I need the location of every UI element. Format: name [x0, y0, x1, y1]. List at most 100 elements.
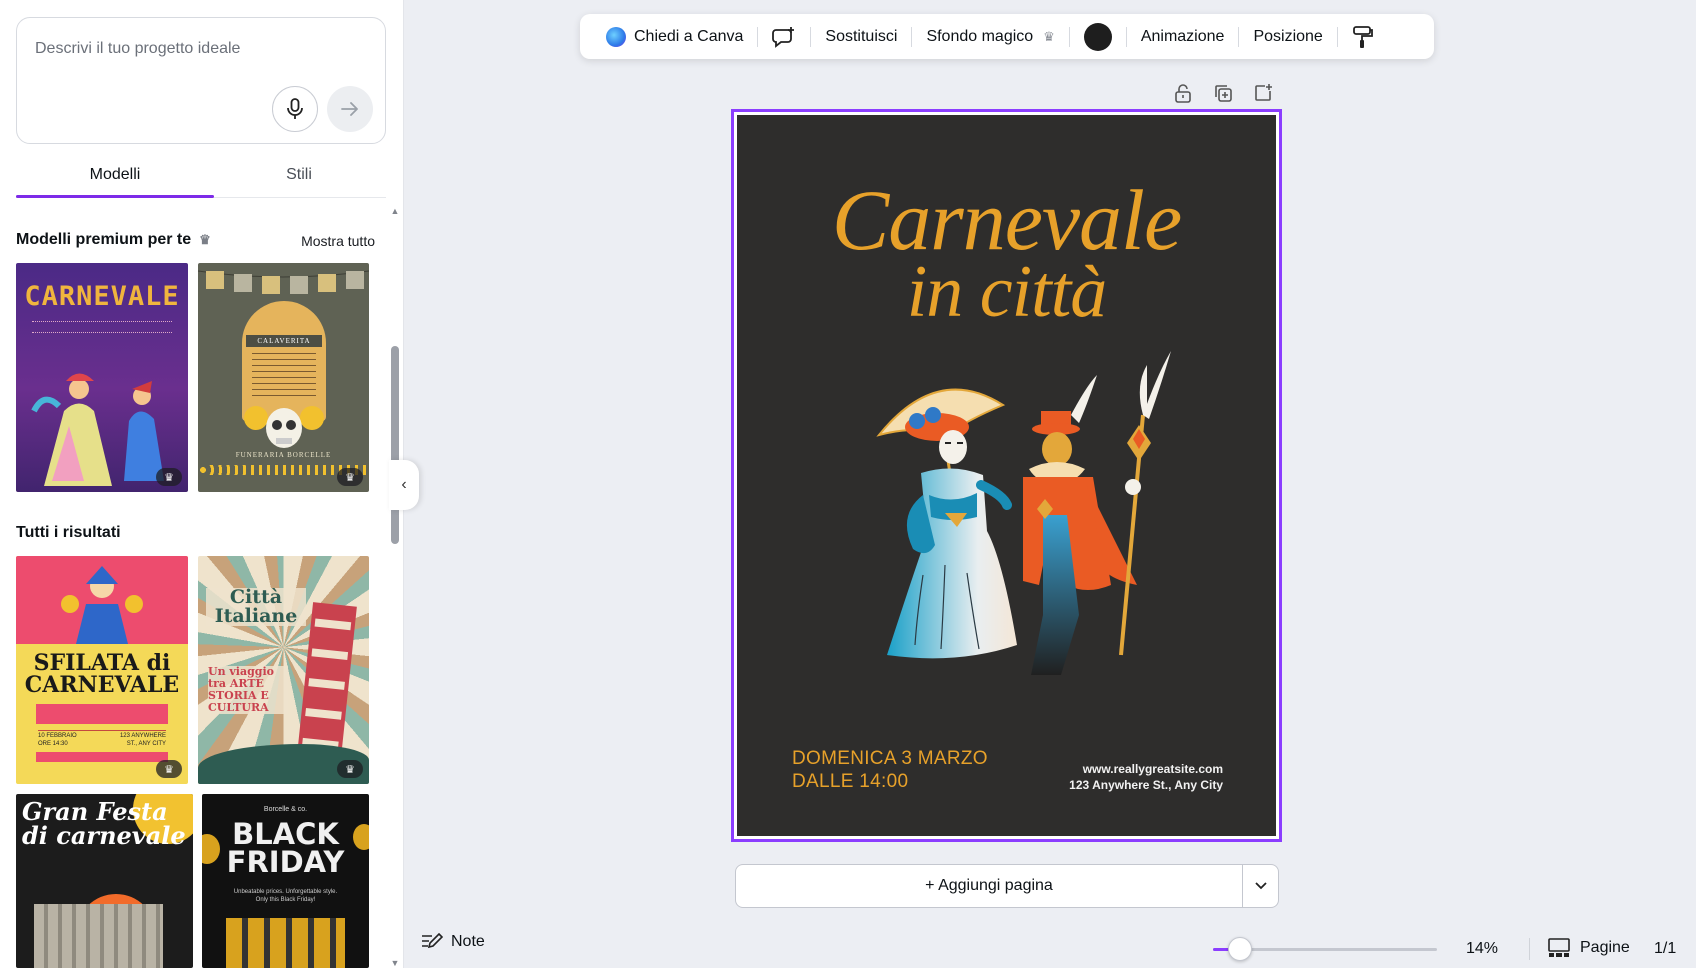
premium-section-label: Modelli premium per te [16, 231, 192, 248]
event-address-line: ST., ANY CITY [126, 741, 166, 747]
animation-button[interactable]: Animazione [1127, 14, 1239, 59]
template-title: CARNEVALE [24, 281, 180, 312]
template-footer: FUNERARIA BORCELLE [235, 451, 332, 459]
template-thumbnail[interactable]: Borcelle & co. BLACK FRIDAY Unbeatable p… [202, 794, 369, 968]
add-page-control: + Aggiungi pagina [735, 864, 1279, 908]
template-thumbnail[interactable]: CALAVERITA FUNERARIA BORCELLE ♛ [198, 263, 369, 492]
footer-banner [36, 752, 168, 762]
copy-style-button[interactable] [1338, 14, 1388, 59]
bottom-bar-divider [1529, 938, 1530, 960]
results-section-title: Tutti i risultati [16, 524, 121, 541]
duplicate-page-button[interactable] [1212, 82, 1234, 104]
poster-date[interactable]: DOMENICA 3 MARZO DALLE 14:00 [792, 747, 988, 793]
design-page[interactable]: Carnevale in città DOMENICA 3 MARZO DALL… [731, 109, 1282, 842]
event-address: 123 ANYWHERE ST., ANY CITY [120, 732, 166, 748]
template-thumbnail[interactable]: CARNEVALE ♛ [16, 263, 188, 492]
crown-icon: ♛ [1043, 28, 1055, 44]
template-title: Gran Festa di carnevale [22, 797, 186, 850]
microphone-button[interactable] [272, 86, 318, 132]
premium-section-title: Modelli premium per te ♛ [16, 231, 211, 249]
template-title: CALAVERITA [246, 335, 322, 347]
paint-roller-icon [1352, 25, 1373, 48]
template-body-lines [32, 321, 172, 333]
poster-design[interactable]: Carnevale in città DOMENICA 3 MARZO DALL… [737, 115, 1276, 836]
left-panel: Modelli Stili Modelli premium per te ♛ Mo… [0, 0, 404, 968]
pages-label: Pagine [1580, 939, 1630, 956]
template-thumbnail[interactable]: SFILATA di CARNEVALE 10 FEBBRAIO ORE 14:… [16, 556, 188, 784]
tab-modelli[interactable]: Modelli [16, 166, 214, 184]
context-toolbar: Chiedi a Canva Sostituisci Sfondo magico… [580, 14, 1434, 59]
masked-couple-illustration[interactable] [817, 345, 1197, 725]
comment-add-icon [772, 26, 795, 48]
unlock-icon [1175, 84, 1191, 103]
add-comment-button[interactable] [758, 14, 810, 59]
add-page-icon [1255, 84, 1272, 101]
carnival-characters-illustration [61, 566, 143, 644]
template-subtitle: Un viaggio tra ARTE STORIA E CULTURA [208, 666, 288, 714]
collapse-panel-button[interactable]: ‹ [389, 460, 419, 510]
color-swatch [1083, 22, 1112, 51]
prompt-box [16, 17, 386, 144]
notes-icon [422, 933, 443, 949]
skull-illustration [244, 406, 324, 448]
event-address-line: 123 ANYWHERE [119, 733, 166, 739]
page-tools [1172, 82, 1274, 104]
crown-icon: ♛ [199, 232, 211, 247]
premium-crown-badge: ♛ [156, 468, 182, 486]
arrow-right-icon [341, 102, 358, 116]
magic-background-label: Sfondo magico [926, 27, 1034, 45]
balloon [353, 824, 369, 850]
pages-button[interactable]: Pagine [1548, 938, 1630, 958]
notes-label: Note [451, 933, 485, 950]
template-thumbnail[interactable]: Gran Festa di carnevale [16, 794, 193, 968]
prompt-input[interactable] [35, 40, 355, 58]
show-all-link[interactable]: Mostra tutto [301, 233, 375, 249]
background-color-button[interactable] [1070, 14, 1126, 59]
poster-date-line1: DOMENICA 3 MARZO [792, 748, 988, 769]
tab-stili[interactable]: Stili [200, 166, 398, 184]
premium-crown-badge: ♛ [337, 468, 363, 486]
scroll-up-icon[interactable]: ▲ [390, 206, 400, 216]
template-brand: Borcelle & co. [263, 806, 308, 813]
event-time-line: ORE 14:30 [38, 741, 68, 747]
add-page-dropdown[interactable] [1242, 865, 1278, 907]
chevron-down-icon [1254, 882, 1267, 890]
poster-title-line2[interactable]: in città [737, 255, 1276, 329]
scrollbar-thumb[interactable] [391, 346, 399, 544]
pages-grid-icon [1548, 938, 1570, 957]
bunting-decoration [198, 270, 369, 294]
position-button[interactable]: Posizione [1239, 14, 1336, 59]
ask-canva-button[interactable]: Chiedi a Canva [592, 14, 757, 59]
template-thumbnail[interactable]: Città Italiane Un viaggio tra ARTE STORI… [198, 556, 369, 784]
venice-building [34, 904, 163, 968]
poster-contact[interactable]: www.reallygreatsite.com 123 Anywhere St.… [1069, 761, 1223, 793]
scroll-down-icon[interactable]: ▼ [390, 958, 400, 968]
info-banner [36, 704, 168, 724]
add-page-button[interactable]: + Aggiungi pagina [736, 865, 1242, 907]
submit-button[interactable] [327, 86, 373, 132]
template-tabs: Modelli Stili [16, 158, 386, 198]
template-title: BLACK FRIDAY [226, 817, 345, 879]
template-body-lines [252, 353, 316, 399]
page-counter: 1/1 [1654, 940, 1677, 957]
poster-website: www.reallygreatsite.com [1082, 762, 1223, 776]
zoom-slider-thumb[interactable] [1227, 937, 1252, 961]
duplicate-icon [1215, 85, 1232, 102]
add-page-icon-button[interactable] [1252, 82, 1274, 104]
active-tab-indicator [16, 195, 214, 198]
zoom-value[interactable]: 14% [1466, 940, 1498, 958]
notes-button[interactable]: Note [421, 933, 485, 951]
microphone-icon [287, 98, 303, 119]
ask-canva-label: Chiedi a Canva [634, 27, 744, 45]
magic-background-button[interactable]: Sfondo magico ♛ [912, 14, 1068, 59]
event-date-line: 10 FEBBRAIO [38, 733, 77, 739]
gift-boxes [226, 918, 345, 968]
event-date: 10 FEBBRAIO ORE 14:30 [38, 732, 77, 748]
panel-scrollbar[interactable]: ▲ ▼ [390, 206, 400, 968]
template-subtitle: Unbeatable prices. Unforgettable style. … [233, 889, 338, 903]
lock-page-button[interactable] [1172, 82, 1194, 104]
canva-assistant-icon [606, 26, 626, 47]
replace-button[interactable]: Sostituisci [811, 14, 911, 59]
poster-date-line2: DALLE 14:00 [792, 771, 909, 792]
poster-address: 123 Anywhere St., Any City [1069, 778, 1223, 792]
